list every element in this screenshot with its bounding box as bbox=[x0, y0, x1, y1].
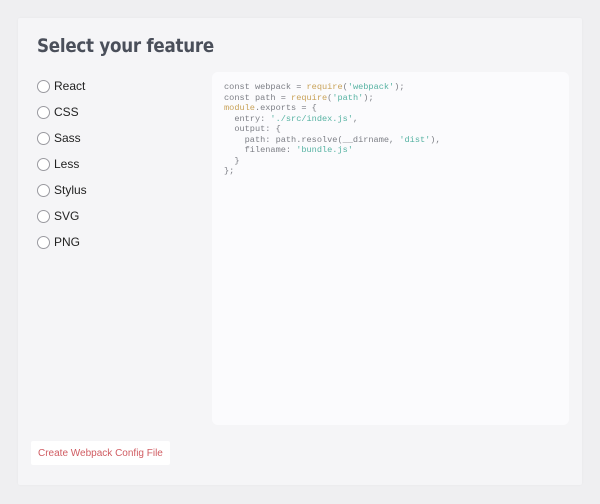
code-token: const path = bbox=[224, 92, 292, 103]
page-title: Select your feature bbox=[37, 35, 214, 57]
code-line: const webpack = require('webpack'); bbox=[224, 82, 557, 93]
feature-option-react[interactable]: React bbox=[37, 73, 207, 99]
code-token: const webpack = bbox=[224, 82, 307, 92]
feature-option-sass[interactable]: Sass bbox=[37, 125, 207, 151]
code-token: filename: bbox=[224, 145, 297, 155]
code-line: } bbox=[224, 156, 557, 167]
radio-button[interactable] bbox=[37, 235, 50, 249]
code-preview: const webpack = require('webpack'); const… bbox=[212, 72, 569, 425]
code-line: filename: 'bundle.js' bbox=[224, 145, 557, 156]
radio-button[interactable] bbox=[37, 79, 50, 93]
code-token: .exports = { bbox=[254, 103, 317, 113]
webpack-config-code: const webpack = require('webpack'); const… bbox=[224, 82, 557, 177]
code-token: entry: bbox=[224, 113, 271, 124]
feature-label: PNG bbox=[54, 235, 81, 249]
feature-card: Select your feature React CSS Sass Less Styl… bbox=[18, 18, 582, 485]
radio-button[interactable] bbox=[37, 183, 50, 197]
code-token: output: { bbox=[224, 124, 281, 134]
code-token: }; bbox=[224, 166, 235, 176]
feature-option-stylus[interactable]: Stylus bbox=[37, 177, 207, 203]
code-line: entry: './src/index.js', bbox=[224, 114, 557, 125]
feature-label: Less bbox=[54, 157, 80, 171]
feature-option-png[interactable]: PNG bbox=[37, 229, 207, 255]
create-config-button[interactable]: Create Webpack Config File bbox=[31, 441, 170, 465]
code-token: } bbox=[224, 155, 240, 166]
code-token: ), bbox=[430, 134, 441, 145]
code-token: module bbox=[224, 103, 255, 113]
code-token: ); bbox=[363, 92, 374, 103]
code-token: require bbox=[291, 92, 328, 103]
code-token: ); bbox=[394, 82, 405, 92]
code-token: 'bundle.js' bbox=[296, 145, 353, 155]
feature-option-less[interactable]: Less bbox=[37, 151, 207, 177]
radio-button[interactable] bbox=[37, 105, 50, 119]
feature-label: SVG bbox=[54, 209, 80, 223]
radio-button[interactable] bbox=[37, 131, 50, 145]
radio-button[interactable] bbox=[37, 157, 50, 171]
feature-label: Sass bbox=[54, 131, 81, 145]
code-token: 'dist' bbox=[399, 134, 431, 145]
code-line: const path = require('path'); bbox=[224, 93, 557, 104]
feature-label: CSS bbox=[54, 105, 79, 119]
feature-option-css[interactable]: CSS bbox=[37, 99, 207, 125]
radio-button[interactable] bbox=[37, 209, 50, 223]
code-line: module.exports = { bbox=[224, 103, 557, 114]
code-line: output: { bbox=[224, 124, 557, 135]
code-token: './src/index.js' bbox=[270, 113, 353, 124]
code-token: require bbox=[306, 82, 343, 92]
code-token: 'path' bbox=[332, 92, 364, 103]
code-line: path: path.resolve(__dirname, 'dist'), bbox=[224, 135, 557, 146]
feature-label: Stylus bbox=[54, 183, 87, 197]
code-token: 'webpack' bbox=[347, 82, 395, 92]
feature-option-svg[interactable]: SVG bbox=[37, 203, 207, 229]
code-token: path: path.resolve(__dirname, bbox=[224, 134, 400, 145]
feature-list: React CSS Sass Less Stylus SVG PNG bbox=[37, 73, 207, 255]
feature-label: React bbox=[54, 79, 86, 93]
code-line: }; bbox=[224, 166, 557, 177]
code-token: , bbox=[352, 113, 359, 124]
